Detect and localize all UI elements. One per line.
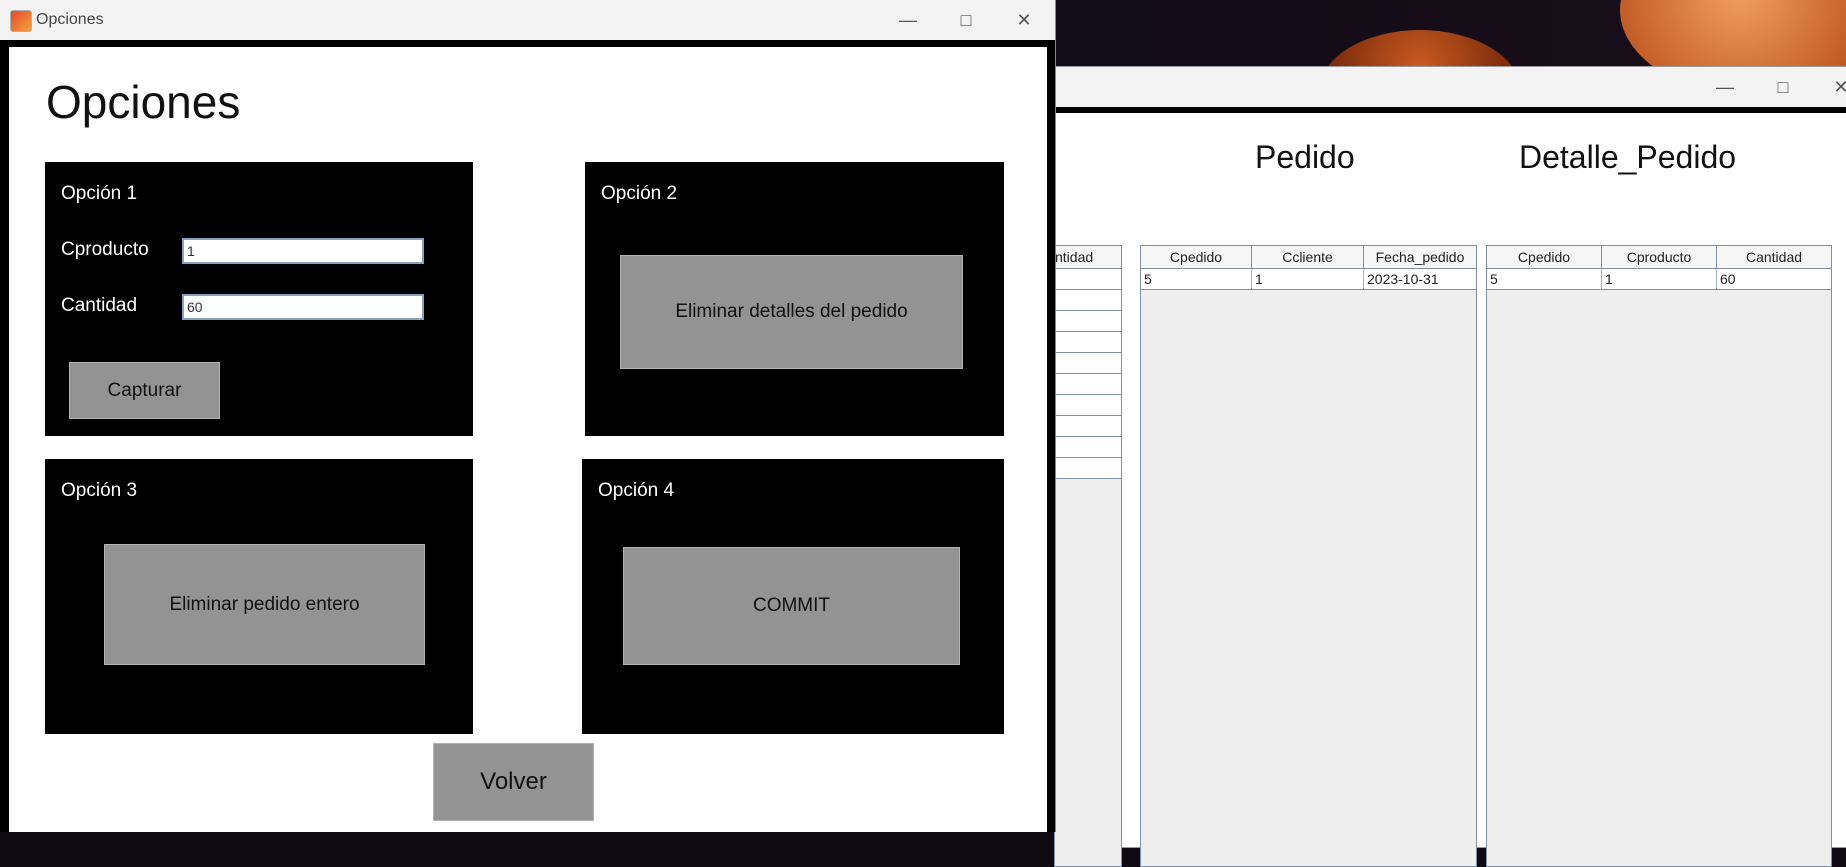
maximize-icon[interactable]: □ (1754, 67, 1812, 107)
pedido-table-header: Cpedido Ccliente Fecha_pedido (1141, 246, 1476, 269)
commit-button[interactable]: COMMIT (623, 547, 960, 665)
tables-window[interactable]: — □ ✕ Pedido Detalle_Pedido ntidad Cpedi… (1054, 66, 1846, 867)
table-cell[interactable]: 1 (1602, 269, 1717, 289)
option1-label: Opción 1 (61, 183, 138, 204)
cproducto-label: Cproducto (61, 239, 149, 260)
partial-table-column-header[interactable]: ntidad (1055, 246, 1119, 268)
window-title: Opciones (36, 11, 104, 28)
detalle-pedido-heading: Detalle_Pedido (1519, 139, 1737, 175)
column-header-fecha-pedido[interactable]: Fecha_pedido (1364, 246, 1476, 268)
opciones-window-titlebar[interactable]: Opciones — □ ✕ (0, 0, 1055, 40)
column-header-cantidad[interactable]: Cantidad (1717, 246, 1831, 268)
table-row[interactable]: 5 1 60 (1487, 269, 1831, 290)
option3-label: Opción 3 (61, 480, 138, 501)
capturar-button[interactable]: Capturar (69, 362, 220, 419)
opciones-content: Opciones Opción 1 Cproducto Cantidad Cap… (9, 47, 1047, 832)
table-row[interactable] (1055, 311, 1121, 332)
partial-table[interactable]: ntidad (1054, 245, 1122, 867)
detalle-pedido-table[interactable]: Cpedido Cproducto Cantidad 5 1 60 (1486, 245, 1832, 867)
cantidad-input[interactable] (182, 294, 424, 320)
partial-table-body (1055, 269, 1121, 479)
eliminar-pedido-button[interactable]: Eliminar pedido entero (104, 544, 425, 665)
eliminar-detalles-button[interactable]: Eliminar detalles del pedido (620, 255, 963, 369)
pedido-table[interactable]: Cpedido Ccliente Fecha_pedido 5 1 2023-1… (1140, 245, 1477, 867)
close-icon[interactable]: ✕ (995, 0, 1053, 40)
option3-panel: Opción 3 Eliminar pedido entero (45, 459, 473, 734)
tables-window-titlebar[interactable]: — □ ✕ (1056, 67, 1846, 107)
table-row[interactable] (1055, 437, 1121, 458)
table-cell[interactable]: 5 (1141, 269, 1252, 289)
column-header-cproducto[interactable]: Cproducto (1602, 246, 1717, 268)
close-icon[interactable]: ✕ (1812, 67, 1846, 107)
table-row[interactable] (1055, 395, 1121, 416)
option2-label: Opción 2 (601, 183, 678, 204)
maximize-icon[interactable]: □ (937, 0, 995, 40)
partial-table-header: ntidad (1055, 246, 1121, 269)
table-cell[interactable]: 1 (1252, 269, 1364, 289)
cantidad-label: Cantidad (61, 295, 138, 316)
table-row[interactable] (1055, 458, 1121, 479)
minimize-icon[interactable]: — (1696, 67, 1754, 107)
table-cell[interactable]: 60 (1717, 269, 1831, 289)
opciones-window[interactable]: Opciones — □ ✕ Opciones Opción 1 Cproduc… (0, 0, 1056, 832)
option4-panel: Opción 4 COMMIT (582, 459, 1004, 734)
detalle-pedido-table-header: Cpedido Cproducto Cantidad (1487, 246, 1831, 269)
tables-window-content: Pedido Detalle_Pedido ntidad Cpedido Ccl… (1054, 113, 1846, 867)
option2-panel: Opción 2 Eliminar detalles del pedido (585, 162, 1004, 436)
table-row[interactable]: 5 1 2023-10-31 (1141, 269, 1476, 290)
column-header-cpedido[interactable]: Cpedido (1141, 246, 1252, 268)
table-row[interactable] (1055, 269, 1121, 290)
table-row[interactable] (1055, 374, 1121, 395)
table-row[interactable] (1055, 332, 1121, 353)
cproducto-input[interactable] (182, 238, 424, 264)
table-row[interactable] (1055, 290, 1121, 311)
table-cell[interactable]: 2023-10-31 (1364, 269, 1476, 289)
volver-button[interactable]: Volver (433, 743, 594, 821)
minimize-icon[interactable]: — (879, 0, 937, 40)
pedido-heading: Pedido (1255, 139, 1355, 175)
table-row[interactable] (1055, 353, 1121, 374)
column-header-cpedido[interactable]: Cpedido (1487, 246, 1602, 268)
java-app-icon (10, 10, 32, 32)
column-header-ccliente[interactable]: Ccliente (1252, 246, 1364, 268)
page-title: Opciones (46, 76, 241, 128)
option4-label: Opción 4 (598, 480, 675, 501)
table-cell[interactable]: 5 (1487, 269, 1602, 289)
option1-panel: Opción 1 Cproducto Cantidad Capturar (45, 162, 473, 436)
table-row[interactable] (1055, 416, 1121, 437)
